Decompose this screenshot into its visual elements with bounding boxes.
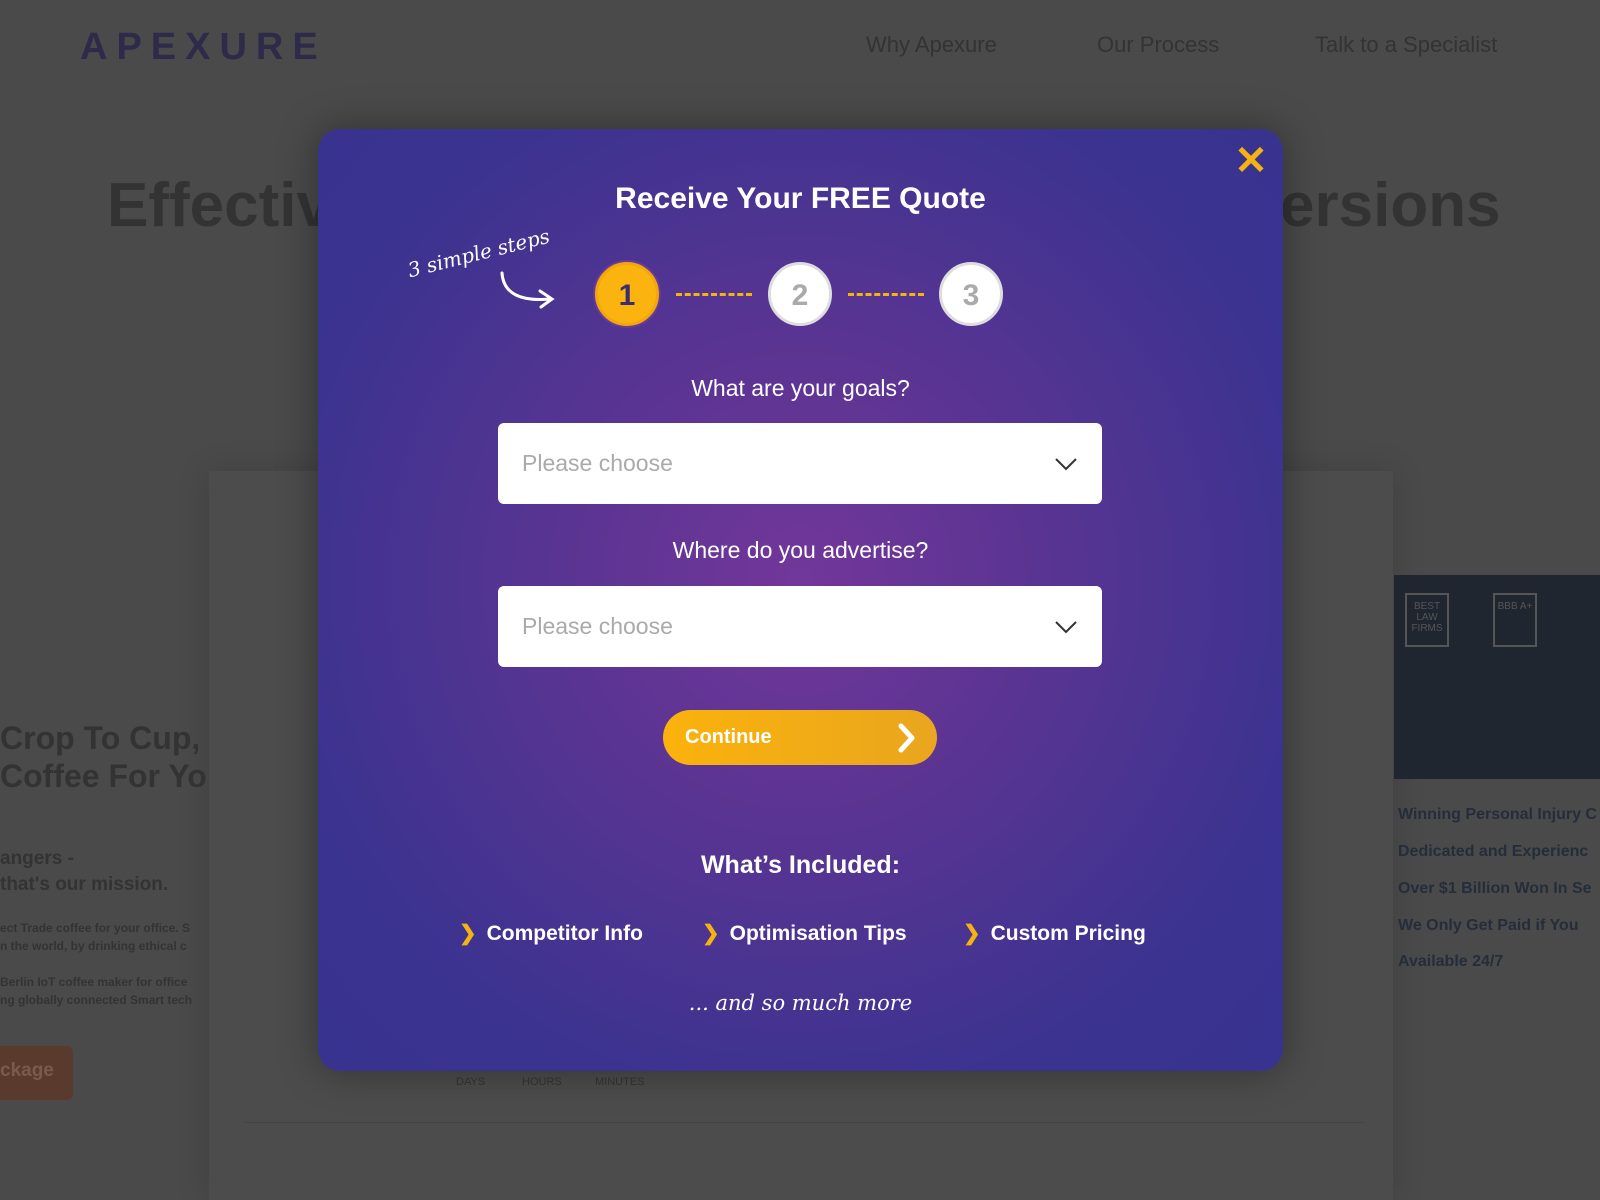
chevron-down-icon — [1055, 457, 1077, 470]
bbb-badge: BBB A+ — [1493, 593, 1537, 647]
goals-placeholder: Please choose — [522, 450, 673, 476]
included-item: ❯ Optimisation Tips — [702, 922, 907, 945]
advertise-select[interactable]: Please choose — [498, 586, 1102, 667]
package-button[interactable]: ckage — [0, 1046, 73, 1100]
continue-button[interactable]: Continue — [663, 710, 937, 765]
left-heading-1: Crop To Cup, — [0, 720, 201, 756]
included-title: What’s Included: — [700, 851, 901, 879]
step-connector — [848, 293, 924, 296]
feature-item: Dedicated and Experienc — [1398, 843, 1589, 860]
timer-minutes: MINUTES — [595, 1076, 645, 1088]
logo[interactable]: APEXURE — [80, 26, 327, 69]
curved-arrow-icon — [500, 271, 555, 309]
left-sub-2: that's our mission. — [0, 874, 169, 895]
chevron-icon: ❯ — [702, 922, 720, 945]
left-body: ng globally connected Smart tech — [0, 993, 193, 1007]
left-heading-2: Coffee For Yo — [0, 758, 207, 794]
timer-hours: HOURS — [522, 1076, 562, 1088]
advertise-label: Where do you advertise? — [672, 537, 929, 563]
modal-title: Receive Your FREE Quote — [615, 182, 986, 215]
left-body: ect Trade coffee for your office. S — [0, 921, 191, 935]
advertise-placeholder: Please choose — [522, 613, 673, 639]
quote-modal: ✕ Receive Your FREE Quote 3 simple steps… — [318, 129, 1283, 1071]
step-connector — [676, 293, 752, 296]
left-sub-1: angers - — [0, 848, 74, 869]
chevron-right-icon — [898, 723, 915, 752]
left-body: Berlin IoT coffee maker for office — [0, 975, 188, 989]
continue-label: Continue — [685, 726, 772, 748]
hero-heading-right: ersions — [1280, 171, 1501, 240]
nav-why-apexure[interactable]: Why Apexure — [866, 32, 997, 58]
nav-our-process[interactable]: Our Process — [1097, 32, 1219, 58]
feature-item: Available 24/7 — [1398, 953, 1504, 970]
goals-select[interactable]: Please choose — [498, 423, 1102, 504]
feature-item: We Only Get Paid if You — [1398, 917, 1579, 934]
step-1: 1 — [595, 262, 659, 326]
left-body: n the world, by drinking ethical c — [0, 939, 187, 953]
included-item: ❯ Competitor Info — [459, 922, 643, 945]
more-note: ... and so much more — [688, 991, 913, 1015]
nav-talk-to-specialist[interactable]: Talk to a Specialist — [1315, 32, 1497, 58]
feature-item: Winning Personal Injury C — [1398, 806, 1597, 823]
chevron-icon: ❯ — [963, 922, 981, 945]
step-2: 2 — [768, 262, 832, 326]
step-3: 3 — [939, 262, 1003, 326]
included-item: ❯ Custom Pricing — [963, 922, 1146, 945]
divider — [245, 1122, 1365, 1123]
timer-days: DAYS — [456, 1076, 486, 1088]
hero-heading-left: Effectiv — [107, 171, 331, 240]
chevron-icon: ❯ — [459, 922, 477, 945]
close-icon[interactable]: ✕ — [1233, 141, 1269, 181]
feature-item: Over $1 Billion Won In Se — [1398, 880, 1592, 897]
best-law-firms-badge: BEST LAW FIRMS — [1405, 593, 1449, 647]
chevron-down-icon — [1055, 620, 1077, 633]
goals-label: What are your goals? — [691, 375, 910, 401]
